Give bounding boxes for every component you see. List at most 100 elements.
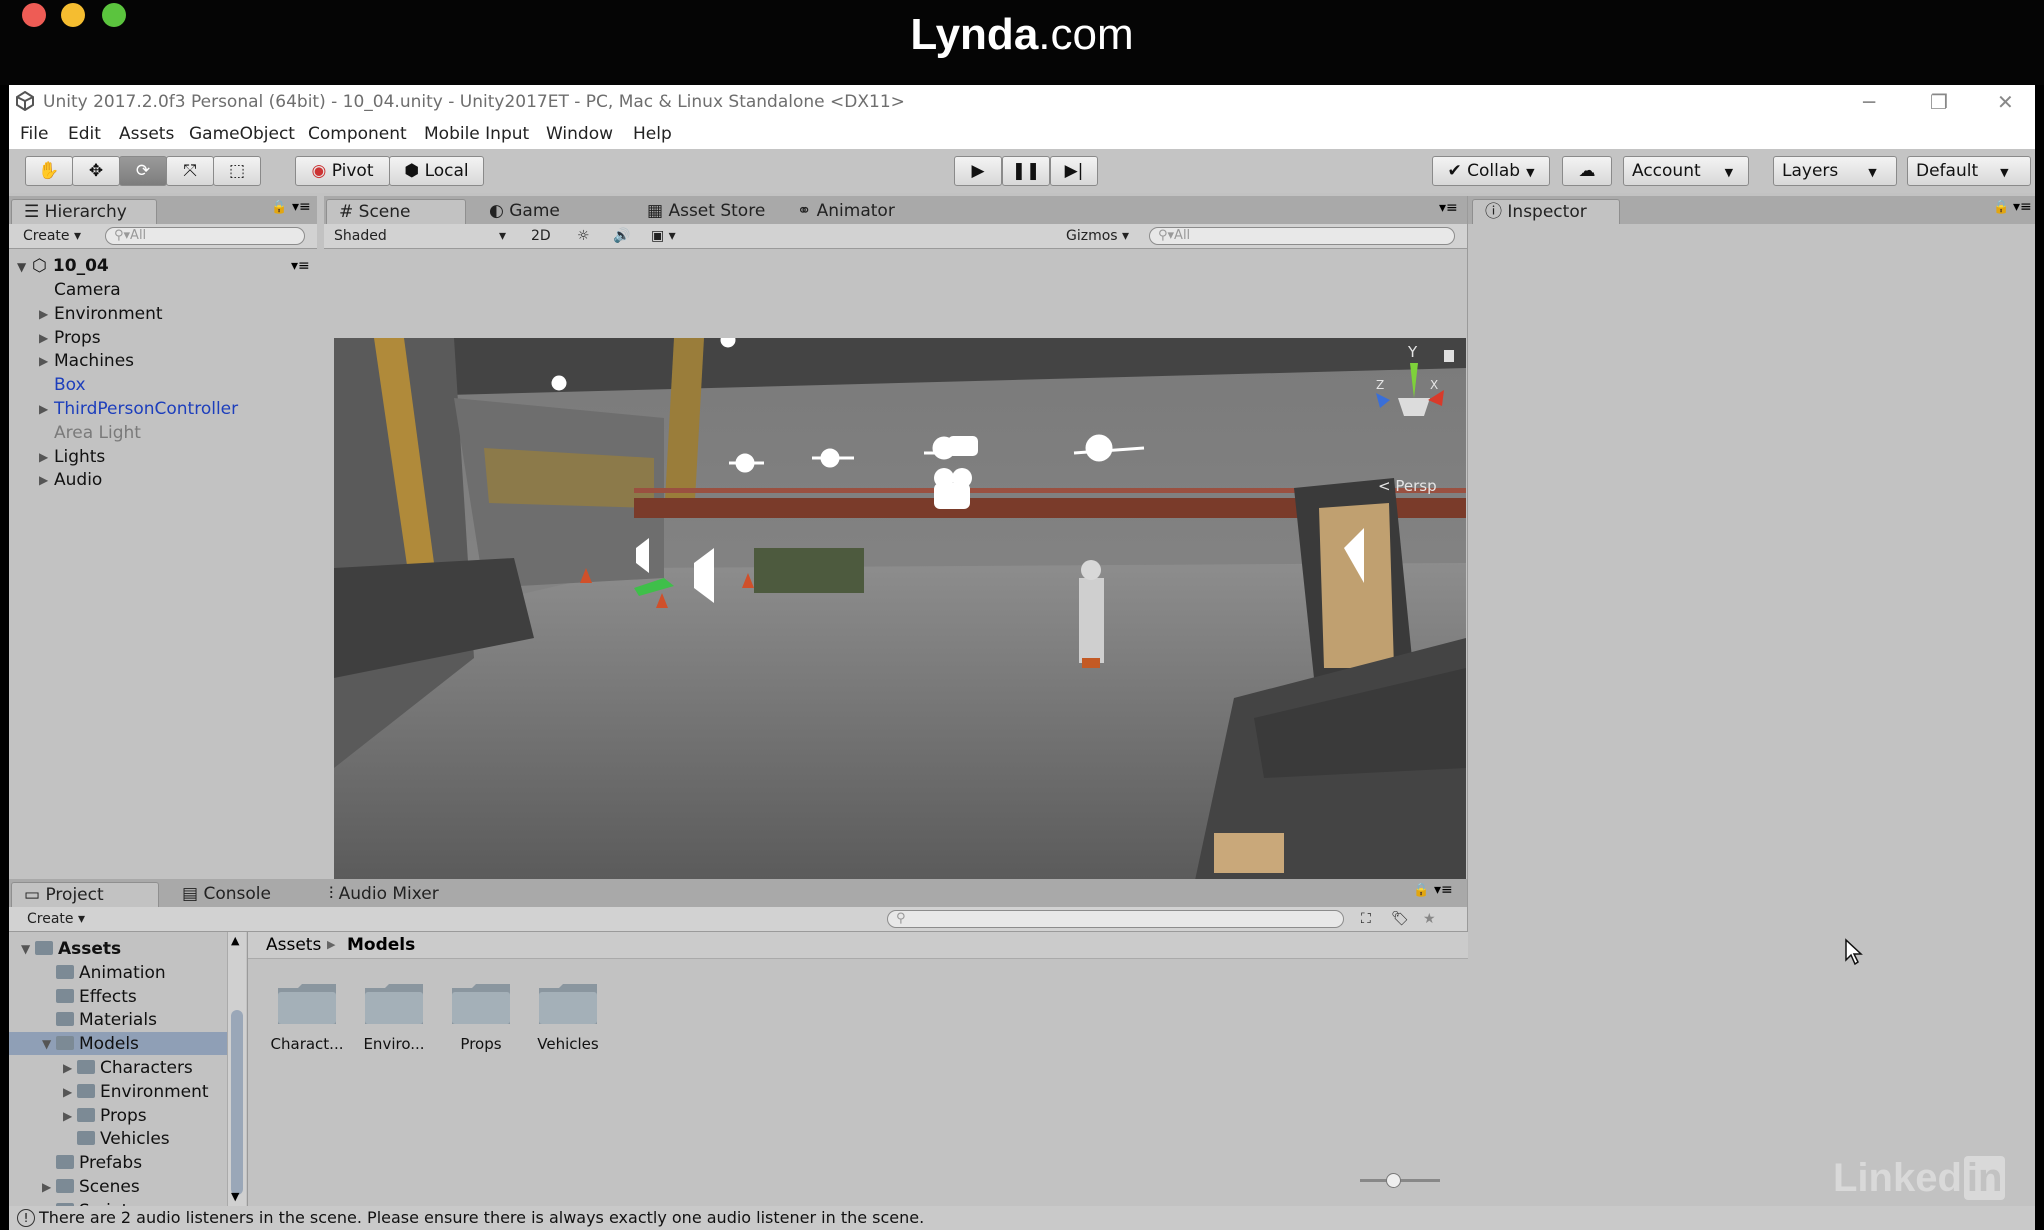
- hierarchy-item[interactable]: Environment: [54, 304, 163, 324]
- hierarchy-item[interactable]: Box: [54, 375, 86, 395]
- scene-panel-menu-icon[interactable]: ▾≡: [1439, 200, 1458, 216]
- gizmos-dropdown[interactable]: Gizmos ▾: [1066, 227, 1129, 246]
- tree-scroll-thumb[interactable]: [231, 1010, 243, 1195]
- panel-menu-icon[interactable]: ▾≡: [292, 199, 311, 215]
- tree-scrollbar[interactable]: ▲ ▼: [227, 932, 246, 1206]
- expand-closed-icon[interactable]: ▶: [63, 1061, 72, 1075]
- filter-type-icon[interactable]: ⛶: [1361, 910, 1371, 929]
- folder-label[interactable]: Enviro...: [349, 1035, 439, 1053]
- move-tool-button[interactable]: ✥: [72, 156, 120, 186]
- menu-component[interactable]: Component: [308, 119, 407, 149]
- project-tree-item[interactable]: Scenes: [56, 1177, 140, 1197]
- expand-closed-icon[interactable]: ▶: [39, 402, 48, 416]
- menu-gameobject[interactable]: GameObject: [189, 119, 295, 149]
- lock-icon[interactable]: 🔒: [271, 200, 287, 215]
- scale-tool-button[interactable]: ⤧: [166, 156, 214, 186]
- project-lock-icon[interactable]: 🔒: [1413, 883, 1429, 898]
- project-tree-item[interactable]: Environment: [77, 1082, 209, 1102]
- project-tree-item[interactable]: Props: [77, 1106, 147, 1126]
- lighting-toggle-icon[interactable]: ☼: [577, 227, 590, 246]
- project-tree-item[interactable]: Models: [56, 1034, 139, 1054]
- tab-scene[interactable]: # Scene: [326, 199, 466, 224]
- expand-closed-icon[interactable]: ▶: [39, 307, 48, 321]
- breadcrumb-models[interactable]: Models: [347, 932, 415, 958]
- collab-dropdown[interactable]: ✔ Collab ▼: [1432, 156, 1550, 186]
- project-tree-item[interactable]: Assets: [35, 939, 121, 959]
- status-bar[interactable]: ! There are 2 audio listeners in the sce…: [9, 1206, 2035, 1230]
- filter-label-icon[interactable]: 🏷: [1391, 910, 1409, 929]
- minimize-icon[interactable]: ─: [1863, 85, 1875, 119]
- icon-size-slider-thumb[interactable]: [1386, 1173, 1401, 1188]
- expand-closed-icon[interactable]: ▶: [39, 473, 48, 487]
- tab-project[interactable]: ▭ Project: [11, 882, 159, 907]
- project-tree-item[interactable]: Effects: [56, 987, 137, 1007]
- scroll-up-icon[interactable]: ▲: [231, 934, 239, 947]
- expand-closed-icon[interactable]: ▶: [63, 1085, 72, 1099]
- close-icon[interactable]: ✕: [1997, 85, 2014, 119]
- rect-tool-button[interactable]: ⬚: [213, 156, 261, 186]
- expand-closed-icon[interactable]: ▶: [39, 331, 48, 345]
- hierarchy-item[interactable]: Camera: [54, 280, 121, 300]
- local-toggle[interactable]: ⬢ Local: [389, 156, 484, 186]
- hierarchy-search-input[interactable]: ⚲▾All: [105, 227, 305, 245]
- expand-closed-icon[interactable]: ▶: [39, 450, 48, 464]
- tab-hierarchy[interactable]: ☰ Hierarchy: [11, 199, 157, 224]
- project-tree-item[interactable]: Animation: [56, 963, 166, 983]
- folder-label[interactable]: Charact...: [262, 1035, 352, 1053]
- project-tree-item[interactable]: Vehicles: [77, 1129, 170, 1149]
- scene-viewport[interactable]: Y X Z < Persp: [334, 338, 1466, 885]
- project-search-input[interactable]: ⚲: [887, 910, 1344, 928]
- project-tree-item[interactable]: Materials: [56, 1010, 157, 1030]
- tab-console[interactable]: ▤ Console: [170, 882, 271, 907]
- tab-inspector[interactable]: ⓘ Inspector: [1472, 199, 1620, 224]
- play-button[interactable]: ▶: [954, 156, 1002, 186]
- pause-button[interactable]: ❚❚: [1002, 156, 1050, 186]
- expand-closed-icon[interactable]: ▶: [39, 354, 48, 368]
- hierarchy-item[interactable]: Machines: [54, 351, 134, 371]
- expand-closed-icon[interactable]: ▶: [42, 1180, 51, 1194]
- tab-game[interactable]: ◐ Game: [477, 199, 560, 224]
- shading-mode-dropdown[interactable]: Shaded ▾: [334, 227, 510, 246]
- cloud-button[interactable]: ☁: [1562, 156, 1612, 186]
- folder-icon[interactable]: [537, 980, 599, 1028]
- scene-search-input[interactable]: ⚲▾All: [1149, 227, 1455, 245]
- projection-toggle[interactable]: < Persp: [1378, 477, 1437, 495]
- hierarchy-item[interactable]: Area Light: [54, 423, 141, 443]
- project-menu-icon[interactable]: ▾≡: [1434, 882, 1453, 898]
- inspector-menu-icon[interactable]: ▾≡: [2013, 199, 2032, 215]
- menu-mobile-input[interactable]: Mobile Input: [424, 119, 529, 149]
- scene-menu-icon[interactable]: ▾≡: [291, 258, 310, 274]
- hierarchy-item[interactable]: Props: [54, 328, 101, 348]
- breadcrumb-assets[interactable]: Assets: [266, 932, 321, 958]
- pivot-toggle[interactable]: ◉ Pivot: [295, 156, 390, 186]
- hierarchy-create-button[interactable]: Create ▾: [23, 227, 81, 246]
- folder-icon[interactable]: [450, 980, 512, 1028]
- expand-open-icon[interactable]: ▼: [21, 942, 30, 956]
- project-create-button[interactable]: Create ▾: [27, 910, 85, 929]
- project-tree-item[interactable]: Characters: [77, 1058, 193, 1078]
- expand-open-icon[interactable]: ▼: [42, 1037, 51, 1051]
- folder-icon[interactable]: [276, 980, 338, 1028]
- folder-icon[interactable]: [363, 980, 425, 1028]
- hierarchy-item[interactable]: ThirdPersonController: [54, 399, 238, 419]
- audio-toggle-icon[interactable]: 🔊: [613, 227, 630, 246]
- project-tree-item[interactable]: Prefabs: [56, 1153, 142, 1173]
- folder-label[interactable]: Props: [436, 1035, 526, 1053]
- menu-assets[interactable]: Assets: [119, 119, 174, 149]
- restore-icon[interactable]: ❐: [1930, 85, 1948, 119]
- step-button[interactable]: ▶|: [1050, 156, 1098, 186]
- mode-2d-toggle[interactable]: 2D: [531, 227, 551, 246]
- hand-tool-button[interactable]: ✋: [25, 156, 73, 186]
- hierarchy-item[interactable]: Audio: [54, 470, 102, 490]
- scene-root[interactable]: ▼ ⬡ 10_04: [17, 256, 109, 276]
- favorite-star-icon[interactable]: ★: [1423, 910, 1436, 929]
- expand-closed-icon[interactable]: ▶: [63, 1109, 72, 1123]
- menu-window[interactable]: Window: [546, 119, 613, 149]
- inspector-lock-icon[interactable]: 🔒: [1993, 200, 2009, 215]
- menu-file[interactable]: File: [20, 119, 48, 149]
- rotate-tool-button[interactable]: ⟳: [119, 156, 167, 186]
- menu-edit[interactable]: Edit: [68, 119, 101, 149]
- account-dropdown[interactable]: Account ▼: [1623, 156, 1749, 186]
- folder-label[interactable]: Vehicles: [523, 1035, 613, 1053]
- layers-dropdown[interactable]: Layers ▼: [1773, 156, 1897, 186]
